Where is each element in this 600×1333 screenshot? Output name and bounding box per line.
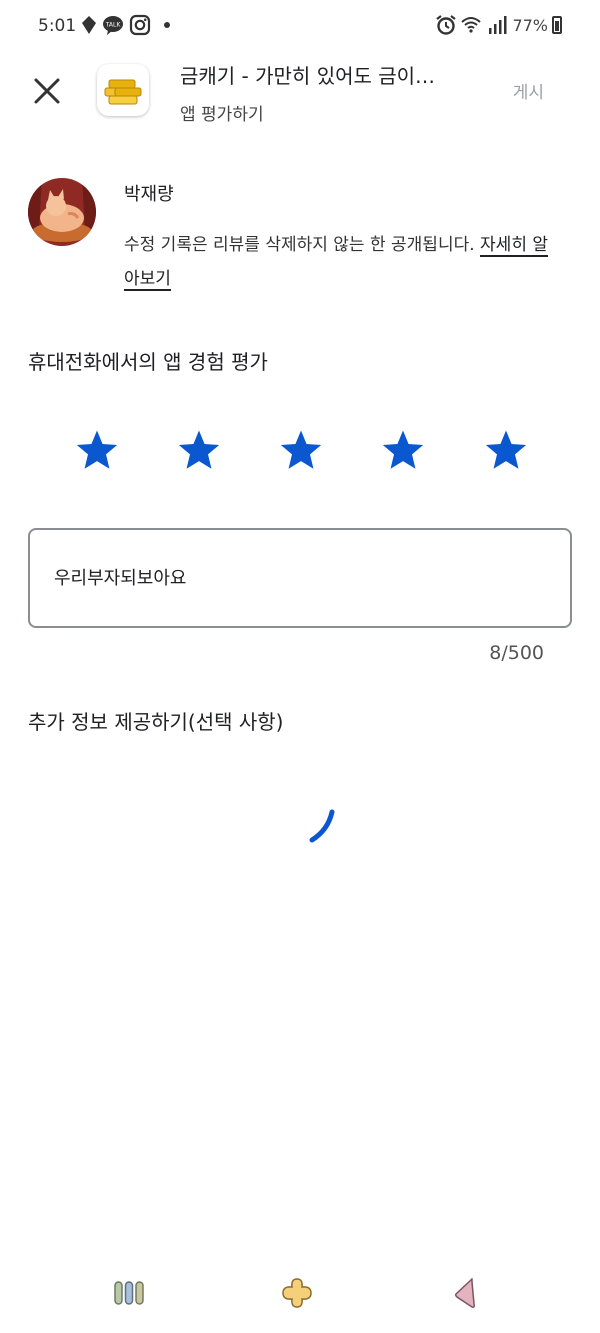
svg-text:TALK: TALK bbox=[105, 22, 122, 29]
home-icon[interactable] bbox=[280, 1276, 314, 1310]
close-icon[interactable] bbox=[28, 72, 66, 110]
extra-info-title[interactable]: 추가 정보 제공하기(선택 사항) bbox=[28, 706, 283, 735]
star-icon bbox=[76, 430, 117, 469]
star-icon bbox=[178, 430, 219, 469]
star-1[interactable] bbox=[46, 422, 147, 478]
signal-icon bbox=[489, 16, 507, 34]
rating-title: 휴대전화에서의 앱 경험 평가 bbox=[28, 350, 268, 374]
status-time: 5:01 bbox=[38, 16, 77, 36]
post-button[interactable]: 게시 bbox=[513, 78, 544, 103]
edit-notice-text: 수정 기록은 리뷰를 삭제하지 않는 한 공개됩니다. bbox=[124, 235, 475, 255]
gold-bars-icon bbox=[104, 79, 142, 105]
avatar bbox=[28, 178, 96, 246]
cat-avatar bbox=[28, 178, 96, 246]
location-icon bbox=[82, 16, 96, 34]
page-subtitle: 앱 평가하기 bbox=[180, 105, 264, 125]
star-4[interactable] bbox=[353, 422, 454, 478]
battery-icon bbox=[552, 16, 562, 34]
star-rating bbox=[46, 422, 556, 478]
star-2[interactable] bbox=[148, 422, 249, 478]
app-title: 금캐기 - 가만히 있어도 금이… bbox=[180, 64, 436, 88]
dot-icon bbox=[164, 22, 170, 28]
star-3[interactable] bbox=[251, 422, 352, 478]
review-text: 우리부자되보아요 bbox=[54, 568, 187, 589]
back-icon[interactable] bbox=[452, 1276, 478, 1310]
loading-spinner-icon bbox=[309, 809, 335, 843]
wifi-icon bbox=[461, 17, 481, 33]
user-name: 박재량 bbox=[124, 184, 174, 205]
instagram-icon bbox=[129, 14, 151, 36]
star-icon bbox=[383, 430, 424, 469]
battery-percent: 77% bbox=[512, 16, 548, 35]
alarm-icon bbox=[436, 15, 456, 35]
star-icon bbox=[485, 430, 526, 469]
star-5[interactable] bbox=[455, 422, 556, 478]
kakaotalk-icon: TALK bbox=[103, 16, 123, 35]
star-icon bbox=[280, 430, 322, 469]
recent-apps-icon[interactable] bbox=[112, 1278, 146, 1308]
char-counter: 8/500 bbox=[489, 642, 544, 664]
app-icon bbox=[97, 64, 149, 116]
edit-notice: 수정 기록은 리뷰를 삭제하지 않는 한 공개됩니다. 자세히 알아보기 bbox=[124, 228, 554, 296]
